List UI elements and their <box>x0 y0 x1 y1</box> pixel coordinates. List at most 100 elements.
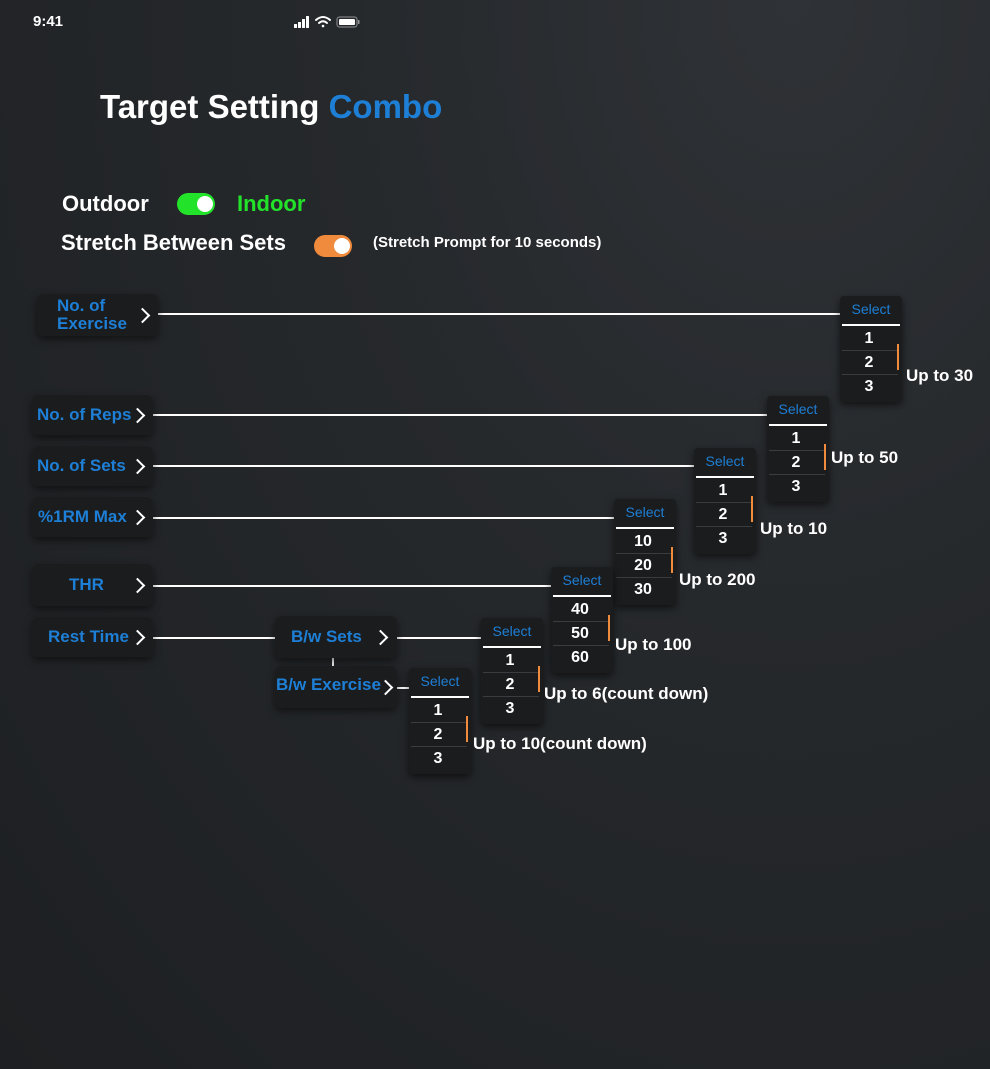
picker-option[interactable]: 3 <box>840 378 898 396</box>
battery-icon <box>336 16 360 28</box>
picker-placeholder: Select <box>625 504 665 520</box>
option-separator <box>616 553 672 554</box>
bw-exercise-picker[interactable]: Select 1 2 3 <box>409 668 471 774</box>
rest-time-button[interactable]: Rest Time <box>32 617 153 657</box>
picker-option[interactable]: 3 <box>694 530 752 548</box>
button-label: B/w Sets <box>291 627 362 646</box>
picker-option[interactable]: 60 <box>551 649 609 667</box>
rm-max-button[interactable]: %1RM Max <box>32 497 153 537</box>
no-of-exercise-button[interactable]: No. of Exercise <box>37 294 158 336</box>
option-separator <box>769 474 825 475</box>
picker-option[interactable]: 2 <box>481 676 539 694</box>
picker-option[interactable]: 1 <box>694 482 752 500</box>
picker-option[interactable]: 2 <box>409 726 467 744</box>
picker-placeholder: Select <box>492 623 532 639</box>
picker-option[interactable]: 3 <box>481 700 539 718</box>
scroll-indicator[interactable] <box>897 344 899 370</box>
indoor-label: Indoor <box>237 191 306 216</box>
picker-divider <box>411 696 469 698</box>
no-of-sets-button[interactable]: No. of Sets <box>32 446 153 486</box>
picker-divider <box>769 424 827 426</box>
bw-sets-button[interactable]: B/w Sets <box>275 616 397 658</box>
picker-option[interactable]: 2 <box>840 354 898 372</box>
stretch-hint: (Stretch Prompt for 10 seconds) <box>373 234 602 251</box>
button-label: %1RM Max <box>38 507 127 526</box>
status-time: 9:41 <box>33 13 64 30</box>
page-title: Target Setting Combo <box>100 88 442 126</box>
chevron-right-icon <box>129 458 146 475</box>
picker-divider <box>842 324 900 326</box>
indoor-outdoor-switch[interactable] <box>177 193 215 215</box>
exercise-picker[interactable]: Select 1 2 3 <box>840 296 902 402</box>
picker-option[interactable]: 3 <box>767 478 825 496</box>
option-separator <box>411 746 467 747</box>
picker-option[interactable]: 1 <box>409 702 467 720</box>
picker-option[interactable]: 1 <box>481 652 539 670</box>
option-separator <box>483 672 539 673</box>
picker-option[interactable]: 2 <box>694 506 752 524</box>
outdoor-label: Outdoor <box>62 191 149 216</box>
picker-option[interactable]: 1 <box>840 330 898 348</box>
option-separator <box>616 577 672 578</box>
picker-option[interactable]: 20 <box>614 557 672 575</box>
picker-option[interactable]: 3 <box>409 750 467 768</box>
connector-rm <box>153 517 614 519</box>
chevron-right-icon <box>372 629 389 646</box>
connector-exercise <box>158 313 840 315</box>
picker-option[interactable]: 2 <box>767 454 825 472</box>
option-separator <box>411 722 467 723</box>
connector-bw-sets <box>397 637 481 639</box>
bw-sets-limit: Up to 6(count down) <box>544 684 709 703</box>
picker-option[interactable]: 50 <box>551 625 609 643</box>
scroll-indicator[interactable] <box>608 615 610 641</box>
picker-option[interactable]: 30 <box>614 581 672 599</box>
wifi-icon <box>315 16 331 28</box>
status-icons <box>294 16 360 28</box>
chevron-right-icon <box>129 407 146 424</box>
option-separator <box>553 621 609 622</box>
picker-divider <box>553 595 611 597</box>
scroll-indicator[interactable] <box>538 666 540 692</box>
stretch-label: Stretch Between Sets <box>61 230 286 255</box>
picker-option[interactable]: 10 <box>614 533 672 551</box>
chevron-right-icon <box>129 509 146 526</box>
connector-rest-time <box>153 637 275 639</box>
picker-option[interactable]: 1 <box>767 430 825 448</box>
title-main: Target Setting <box>100 88 320 125</box>
scroll-indicator[interactable] <box>824 444 826 470</box>
picker-placeholder: Select <box>705 453 745 469</box>
thr-picker[interactable]: Select 40 50 60 <box>551 567 613 673</box>
reps-limit: Up to 50 <box>831 448 899 467</box>
sets-picker[interactable]: Select 1 2 3 <box>694 448 756 554</box>
button-label: No. of Sets <box>37 456 126 475</box>
picker-divider <box>616 527 674 529</box>
reps-picker[interactable]: Select 1 2 3 <box>767 396 829 502</box>
scroll-indicator[interactable] <box>751 496 753 522</box>
scroll-indicator[interactable] <box>466 716 468 742</box>
chevron-right-icon <box>129 629 146 646</box>
no-of-reps-button[interactable]: No. of Reps <box>32 395 153 435</box>
option-separator <box>696 526 752 527</box>
bw-sets-picker[interactable]: Select 1 2 3 <box>481 618 543 724</box>
button-label: THR <box>69 575 104 594</box>
sets-limit: Up to 10 <box>760 519 828 538</box>
thr-limit: Up to 100 <box>615 635 692 654</box>
option-separator <box>696 502 752 503</box>
title-accent: Combo <box>328 88 443 125</box>
picker-placeholder: Select <box>562 572 602 588</box>
chevron-right-icon <box>129 577 146 594</box>
picker-placeholder: Select <box>851 301 891 317</box>
picker-placeholder: Select <box>778 401 818 417</box>
thr-button[interactable]: THR <box>32 564 153 606</box>
rm-picker[interactable]: Select 10 20 30 <box>614 499 676 605</box>
button-label: No. of Exercise <box>57 296 127 333</box>
stretch-switch[interactable] <box>314 235 352 257</box>
connector-thr <box>153 585 551 587</box>
picker-option[interactable]: 40 <box>551 601 609 619</box>
bw-exercise-button[interactable]: B/w Exercise <box>275 666 397 708</box>
exercise-limit: Up to 30 <box>906 366 974 385</box>
option-separator <box>769 450 825 451</box>
connector-vertical <box>332 658 334 666</box>
switch-knob <box>334 238 350 254</box>
scroll-indicator[interactable] <box>671 547 673 573</box>
